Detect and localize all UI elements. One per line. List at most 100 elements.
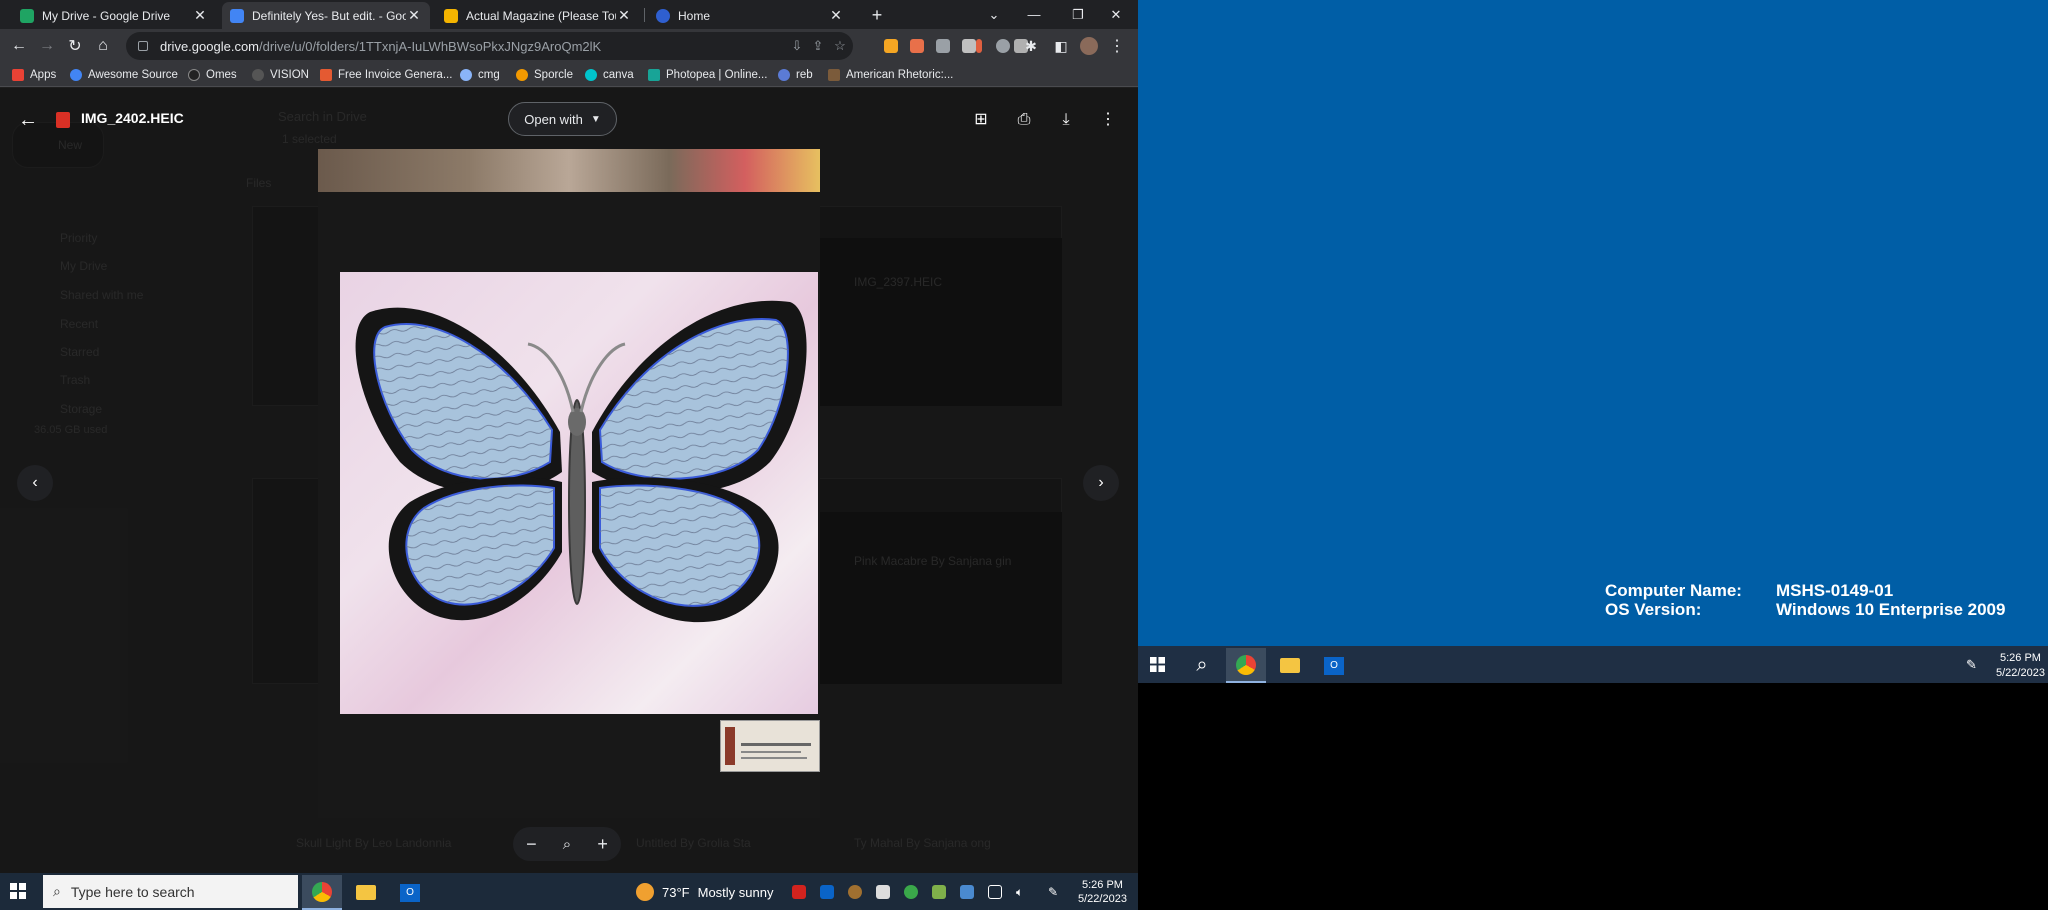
taskbar-outlook[interactable]: O: [1314, 648, 1354, 683]
download-icon[interactable]: ⤓: [1054, 108, 1078, 132]
screen: My Drive - Google Drive ✕ Definitely Yes…: [0, 0, 2048, 910]
tray-app-icon[interactable]: [876, 885, 890, 899]
bookmark-vision[interactable]: VISION: [252, 67, 309, 83]
left-taskbar: ⌕ Type here to search O 73°F Mostly sunn…: [0, 873, 1138, 910]
close-icon[interactable]: ✕: [616, 7, 632, 24]
right-monitor-black-area: [1138, 683, 2048, 910]
bookmark-omes[interactable]: Omes: [188, 67, 237, 83]
volume-icon[interactable]: 🔈︎: [1016, 885, 1030, 899]
zoom-magnifier-icon[interactable]: ⌕: [563, 836, 571, 853]
taskbar-clock[interactable]: 5:26 PM 5/22/2023: [1078, 878, 1127, 906]
acrobat-tray-icon[interactable]: [792, 885, 806, 899]
os-version-row: OS Version: Windows 10 Enterprise 2009: [1605, 600, 2005, 619]
more-options-icon[interactable]: ⋮: [1096, 108, 1120, 132]
taskbar-chrome[interactable]: [1226, 648, 1266, 683]
menu-icon[interactable]: ⋮: [1104, 33, 1130, 59]
bookmark-label: canva: [603, 69, 634, 81]
bookmark-apps[interactable]: Apps: [12, 67, 56, 83]
close-icon[interactable]: ✕: [192, 7, 208, 24]
tray-app-icon[interactable]: [904, 885, 918, 899]
extension-icon[interactable]: [962, 39, 976, 53]
weather-widget[interactable]: 73°F Mostly sunny: [636, 883, 773, 901]
tab-actual-magazine[interactable]: Actual Magazine (Please Touch) ✕: [436, 2, 640, 29]
zoom-in-button[interactable]: +: [597, 834, 608, 855]
extension-icon[interactable]: [976, 39, 982, 53]
back-arrow-icon[interactable]: ←: [16, 108, 40, 132]
open-with-button[interactable]: Open with ▼: [508, 102, 617, 136]
chrome-icon: [1236, 654, 1256, 675]
url-path: /drive/u/0/folders/1TTxnjA-IuLWhBWsoPkxJ…: [259, 38, 602, 54]
pen-icon[interactable]: ✎: [1048, 885, 1062, 899]
install-app-icon[interactable]: ⇩: [789, 38, 805, 54]
plus-icon: +: [871, 5, 883, 25]
tab-search-button[interactable]: ⌄: [972, 0, 1016, 29]
bookmark-free-invoice[interactable]: Free Invoice Genera...: [320, 67, 452, 83]
puzzle-icon[interactable]: ✱: [1018, 33, 1044, 59]
home-button[interactable]: ⌂: [90, 33, 116, 59]
tray-app-icon[interactable]: [932, 885, 946, 899]
bookmark-label: Apps: [30, 69, 57, 81]
reload-button[interactable]: ↻: [62, 33, 88, 59]
taskbar-file-explorer[interactable]: [346, 875, 386, 910]
chrome-icon: [312, 881, 332, 902]
zoom-out-button[interactable]: −: [526, 834, 537, 855]
tray-app-icon[interactable]: [848, 885, 862, 899]
bookmark-reb[interactable]: reb: [778, 67, 813, 83]
back-button[interactable]: ←: [6, 33, 32, 59]
bookmark-photopea[interactable]: Photopea | Online...: [648, 67, 767, 83]
taskbar-search-box[interactable]: ⌕ Type here to search: [43, 875, 298, 908]
extension-icon[interactable]: [936, 39, 950, 53]
bookmark-sporcle[interactable]: Sporcle: [516, 67, 573, 83]
next-arrow-button[interactable]: ›: [1083, 465, 1119, 501]
computer-name-value: MSHS-0149-01: [1776, 581, 1894, 600]
right-monitor-desktop: Computer Name: MSHS-0149-01 OS Version: …: [1138, 0, 2048, 646]
extension-icon[interactable]: [996, 39, 1010, 53]
new-tab-button[interactable]: +: [864, 2, 890, 29]
weather-temp: 73°F: [662, 884, 690, 900]
pen-icon[interactable]: ✎: [1966, 657, 1977, 673]
bookmark-canva[interactable]: canva: [585, 67, 634, 83]
forward-button[interactable]: →: [34, 33, 60, 59]
tray-app-icon[interactable]: [960, 885, 974, 899]
taskbar-clock[interactable]: 5:26 PM 5/22/2023: [1996, 651, 2045, 681]
browser-toolbar: ← → ↻ ⌂ drive.google.com/drive/u/0/folde…: [0, 29, 1138, 63]
close-icon[interactable]: ✕: [406, 7, 422, 24]
bookmark-american-rhetoric[interactable]: American Rhetoric:...: [828, 67, 953, 83]
bookmark-label: Omes: [206, 69, 237, 81]
outlook-tray-icon[interactable]: [820, 885, 834, 899]
bookmark-awesome-source[interactable]: Awesome Source: [70, 67, 178, 83]
extension-icon[interactable]: [884, 39, 898, 53]
tab-title: Definitely Yes- But edit. - Google: [252, 8, 406, 23]
windows-start-icon[interactable]: [1150, 657, 1165, 672]
add-comment-icon[interactable]: ⊞: [969, 108, 993, 132]
taskbar-file-explorer[interactable]: [1270, 648, 1310, 683]
avatar[interactable]: [1080, 37, 1098, 55]
tab-definitely-yes[interactable]: Definitely Yes- But edit. - Google ✕: [222, 2, 430, 29]
print-icon[interactable]: ⎙: [1012, 108, 1036, 132]
close-icon[interactable]: ✕: [828, 7, 844, 24]
network-icon[interactable]: [988, 885, 1002, 899]
taskbar-outlook[interactable]: O: [390, 875, 430, 910]
taskbar-chrome[interactable]: [302, 875, 342, 910]
tab-home[interactable]: Home ✕: [648, 2, 852, 29]
tab-my-drive[interactable]: My Drive - Google Drive ✕: [12, 2, 216, 29]
bookmark-cmg[interactable]: cmg: [460, 67, 500, 83]
butterfly-artwork: [355, 300, 807, 623]
minimize-button[interactable]: —: [1012, 0, 1056, 29]
site-icon: [460, 69, 472, 81]
tab-separator: [644, 8, 645, 22]
bookmarks-bar: Apps Awesome Source Omes VISION Free Inv…: [0, 63, 1138, 87]
taskbar-search-button[interactable]: ⌕: [1182, 648, 1222, 683]
close-window-button[interactable]: ✕: [1094, 0, 1138, 29]
star-icon[interactable]: ☆: [832, 38, 848, 54]
windows-start-icon[interactable]: [10, 883, 26, 899]
address-bar[interactable]: drive.google.com/drive/u/0/folders/1TTxn…: [126, 32, 853, 60]
label-line: [741, 743, 811, 746]
side-panel-icon[interactable]: ◧: [1048, 33, 1074, 59]
outlook-icon: O: [1324, 656, 1344, 675]
bookmark-label: American Rhetoric:...: [846, 69, 954, 81]
previous-arrow-button[interactable]: ‹: [17, 465, 53, 501]
extension-icon[interactable]: [910, 39, 924, 53]
share-icon[interactable]: ⇪: [810, 38, 826, 54]
site-icon: [648, 69, 660, 81]
